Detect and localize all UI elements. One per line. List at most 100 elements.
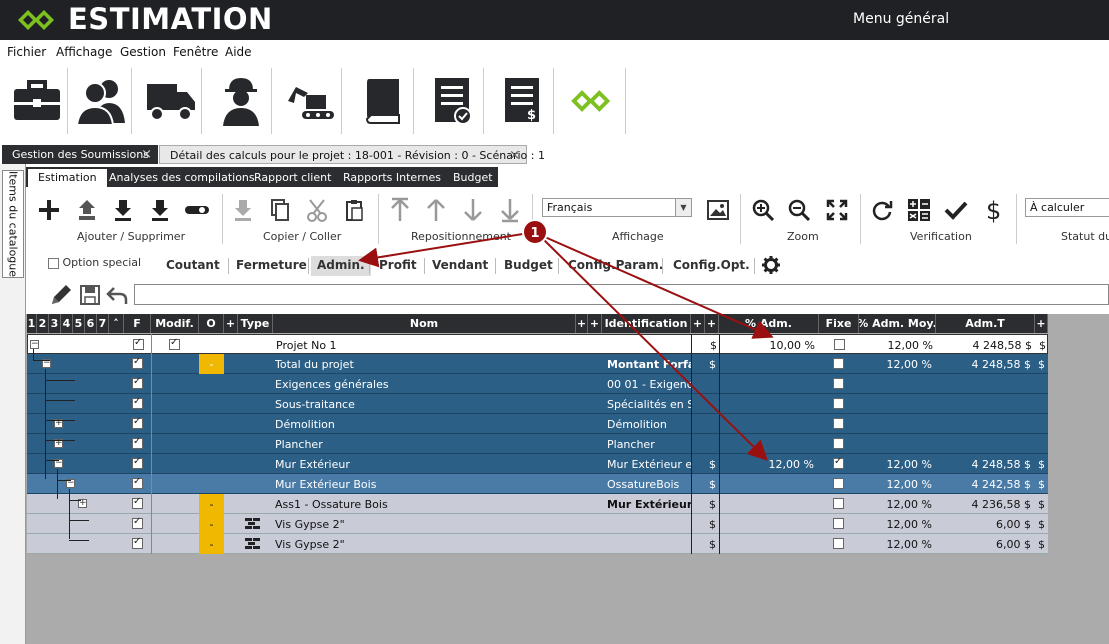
cell-nom[interactable]: Vis Gypse 2" [275,514,575,534]
table-row[interactable]: +-Ass1 - Ossature BoisMur Extérieur e$12… [27,494,1048,514]
cell-nom[interactable]: Ass1 - Ossature Bois [275,494,575,514]
cell-nom[interactable]: Total du projet [275,354,575,374]
add-icon[interactable] [34,196,64,224]
document-dollar-icon[interactable]: $ [492,68,554,134]
cell-nom[interactable]: Exigences générales [275,374,575,394]
cell-nom[interactable]: Démolition [275,414,575,434]
fixe-checkbox[interactable] [833,456,844,469]
f-checkbox[interactable] [132,496,143,509]
col-level-7[interactable]: 7 [97,314,109,333]
f-checkbox[interactable] [132,456,143,469]
dollar-icon[interactable]: $ [978,196,1008,224]
table-row[interactable]: +DémolitionDémolition [27,414,1048,434]
table-row[interactable]: Exigences générales 00 01 - Exigence [27,374,1048,394]
tab-gestion-soumissions[interactable]: Gestion des Soumissions × [2,145,158,164]
pencil-icon[interactable] [46,281,76,309]
worker-icon[interactable] [210,68,272,134]
subtab-fermeture[interactable]: Fermeture [230,256,313,276]
subtab-coutant[interactable]: Coutant [160,256,226,276]
cell-pct-adm[interactable]: 12,00 % [722,454,814,474]
fixe-checkbox[interactable] [833,358,844,369]
book-icon[interactable] [352,68,414,134]
calculator-icon[interactable] [904,196,934,224]
table-row[interactable]: +PlancherPlancher [27,434,1048,454]
col-plus[interactable]: + [224,314,238,333]
table-row[interactable]: -Vis Gypse 2"$12,00 %6,00 $$ [27,534,1048,554]
cell-identification[interactable] [607,534,691,554]
table-row[interactable]: -Vis Gypse 2"$12,00 %6,00 $$ [27,514,1048,534]
f-checkbox[interactable] [132,476,143,489]
logo-icon[interactable] [564,68,626,134]
col-plus[interactable]: + [1035,314,1048,333]
cell-pct-adm[interactable] [722,494,814,514]
subtab-profit[interactable]: Profit [373,256,423,276]
col-plus[interactable]: + [705,314,719,333]
zoom-in-icon[interactable] [748,196,778,224]
table-row[interactable]: Sous-traitance Spécialités en So [27,394,1048,414]
menu-fenetre[interactable]: Fenêtre [173,45,218,59]
subtab-vendant[interactable]: Vendant [426,256,494,276]
truck-icon[interactable] [140,68,202,134]
col-level-3[interactable]: 3 [49,314,61,333]
col-level-2[interactable]: 2 [37,314,49,333]
col-adm-t[interactable]: Adm.T [936,314,1035,333]
language-select[interactable]: Français ▼ [542,198,692,217]
f-checkbox[interactable] [132,396,143,409]
col-sort[interactable]: ˄ [109,314,124,333]
paste-icon[interactable] [339,196,369,224]
col-pct-adm[interactable]: % Adm. [719,314,819,333]
refresh-icon[interactable] [867,196,897,224]
cell-pct-adm[interactable] [722,354,814,374]
remove-icon[interactable] [182,196,212,224]
f-checkbox[interactable] [132,356,143,369]
cell-pct-adm[interactable]: 10,00 % [723,335,815,355]
fixe-checkbox[interactable] [833,478,844,489]
cell-nom[interactable]: Mur Extérieur Bois [275,474,575,494]
subtab-config-param[interactable]: Config.Param. [562,256,669,276]
subtab-admin[interactable]: Admin. [311,256,371,276]
col-f[interactable]: F [124,314,151,333]
cell-pct-adm[interactable] [722,514,814,534]
cell-identification[interactable]: OssatureBois [607,474,691,494]
cell-identification[interactable]: Mur Extérieur et [607,454,691,474]
copy-icon[interactable] [265,196,295,224]
image-icon[interactable] [703,196,733,224]
col-o[interactable]: O [199,314,224,333]
col-level-5[interactable]: 5 [73,314,85,333]
col-fixe[interactable]: Fixe [819,314,859,333]
table-row[interactable]: − Projet No 1 $10,00 % 12,00 % 4 248,58 $ $ [27,334,1048,354]
col-nom[interactable]: Nom [273,314,576,333]
tab-estimation[interactable]: Estimation [28,169,107,187]
paste-add-icon[interactable] [228,196,258,224]
cell-nom[interactable]: Plancher [275,434,575,454]
menu-general-label[interactable]: Menu général [853,11,949,27]
menu-fichier[interactable]: Fichier [7,45,46,59]
tab-rapports-internes[interactable]: Rapports Internes [333,169,451,187]
fixe-checkbox[interactable] [833,418,844,429]
insert-child-icon[interactable] [145,196,175,224]
insert-below-icon[interactable] [108,196,138,224]
subtab-config-opt[interactable]: Config.Opt. [667,256,756,276]
fixe-checkbox[interactable] [834,339,845,350]
f-checkbox[interactable] [132,536,143,549]
cell-pct-adm[interactable] [722,434,814,454]
cell-identification[interactable]: Démolition [607,414,691,434]
expand-toggle-icon[interactable]: − [30,340,39,349]
menu-affichage[interactable]: Affichage [56,45,112,59]
document-check-icon[interactable] [422,68,484,134]
excavator-icon[interactable] [280,68,342,134]
fixe-checkbox[interactable] [833,518,844,529]
fixe-checkbox[interactable] [833,438,844,449]
cell-nom[interactable]: Vis Gypse 2" [275,534,575,554]
gear-icon[interactable] [756,251,786,279]
check-icon[interactable] [941,196,971,224]
tab-budget[interactable]: Budget [443,169,503,187]
zoom-out-icon[interactable] [784,196,814,224]
col-type[interactable]: Type [238,314,273,333]
cell-pct-adm[interactable] [722,474,814,494]
table-row[interactable]: −Mur Extérieur BoisOssatureBois$12,00 %4… [27,474,1048,494]
undo-icon[interactable] [102,281,132,309]
move-top-icon[interactable] [385,196,415,224]
option-special-checkbox[interactable] [48,257,59,269]
cut-icon[interactable] [302,196,332,224]
